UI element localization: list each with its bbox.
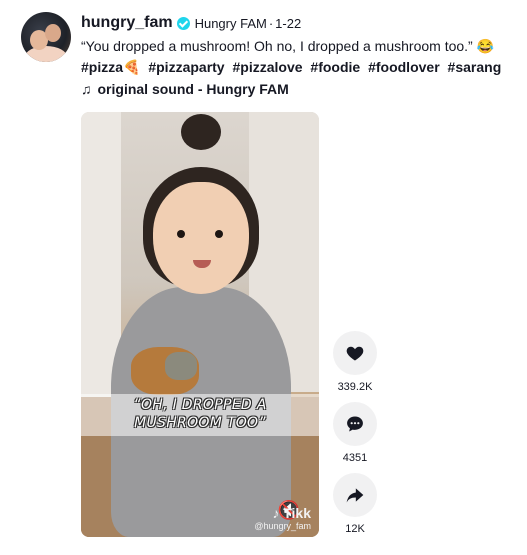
watermark-handle: @hungry_fam — [254, 521, 311, 531]
comment-button[interactable] — [333, 402, 377, 446]
overlay-line: “OH, I DROPPED A — [133, 397, 267, 413]
sound-title: original sound - Hungry FAM — [97, 81, 289, 97]
author-row: hungry_fam Hungry FAM · 1-22 — [81, 12, 517, 34]
like-action: 339.2K — [333, 331, 377, 393]
child-mouth — [193, 260, 211, 268]
laughing-emoji-icon: 😂 — [476, 38, 495, 54]
comment-icon — [347, 416, 363, 432]
avatar[interactable] — [21, 12, 71, 62]
child-hair-bun — [181, 114, 221, 150]
hashtag-link[interactable]: #sarang — [448, 59, 502, 75]
hashtag-link[interactable]: #foodlover — [368, 59, 440, 75]
hashtag-link[interactable]: #pizzalove — [232, 59, 302, 75]
avatar-face-2 — [45, 24, 61, 42]
comment-action: 4351 — [333, 402, 377, 464]
post-date: 1-22 — [275, 15, 302, 31]
watermark-logo: ♪ Tik — [272, 505, 304, 521]
username-link[interactable]: hungry_fam — [81, 14, 173, 32]
caption: “You dropped a mushroom! Oh no, I droppe… — [81, 35, 517, 57]
hashtag-link[interactable]: #foodie — [310, 59, 360, 75]
like-button[interactable] — [333, 331, 377, 375]
hashtag-list: #pizza🍕 #pizzaparty #pizzalove #foodie #… — [81, 57, 517, 78]
overlay-line: MUSHROOM TOO” — [134, 415, 266, 431]
child-eye — [215, 230, 223, 238]
video-player[interactable]: “OH, I DROPPED A MUSHROOM TOO” 🔇 ♪ Tikk … — [81, 112, 319, 537]
caption-text: “You dropped a mushroom! Oh no, I droppe… — [81, 38, 473, 54]
verified-badge-icon — [176, 16, 190, 30]
music-note-icon: ♫ — [81, 81, 92, 97]
like-count: 339.2K — [337, 381, 373, 393]
nickname: Hungry FAM — [194, 15, 267, 31]
watermark-suffix: k — [303, 505, 311, 521]
share-button[interactable] — [333, 473, 377, 517]
sound-link[interactable]: ♫ original sound - Hungry FAM — [81, 81, 517, 97]
child-eye — [177, 230, 185, 238]
tiktok-watermark: ♪ Tikk @hungry_fam — [254, 505, 311, 531]
avatar-shirt — [25, 46, 67, 62]
video-caption-overlay: “OH, I DROPPED A MUSHROOM TOO” — [81, 396, 319, 432]
comment-count: 4351 — [342, 452, 368, 464]
post-header: hungry_fam Hungry FAM · 1-22 “You droppe… — [81, 12, 517, 97]
hashtag-link[interactable]: #pizzaparty — [148, 59, 224, 75]
hashtag-link[interactable]: #pizza🍕 — [81, 59, 140, 75]
share-arrow-icon — [346, 488, 364, 503]
share-count: 12K — [345, 523, 365, 535]
pizza-topping — [165, 352, 197, 380]
separator: · — [268, 15, 274, 31]
child-face — [153, 182, 249, 294]
share-action: 12K — [333, 473, 377, 535]
heart-icon — [346, 346, 364, 361]
